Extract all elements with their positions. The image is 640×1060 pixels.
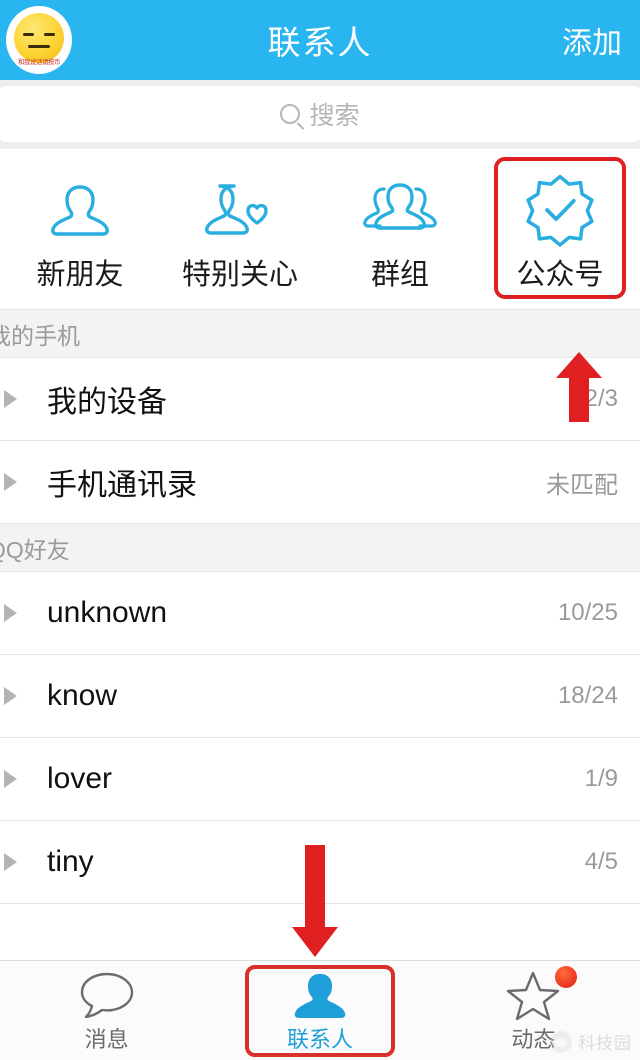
- tab-label: 联系人: [286, 1026, 353, 1052]
- search-section: 搜索: [0, 80, 640, 149]
- list-item-count: 1/9: [584, 765, 618, 792]
- chevron-right-icon: [4, 473, 17, 491]
- avatar[interactable]: 和我说话请按币: [6, 6, 72, 74]
- verified-badge-check-icon: [522, 171, 598, 249]
- section-header-my-phone: 我的手机: [0, 310, 640, 358]
- chevron-right-icon: [4, 770, 17, 788]
- list-item-label: 手机通讯录: [47, 469, 197, 502]
- quick-actions-row: 新朋友 特别关心 群组 公众号: [0, 149, 640, 310]
- avatar-emoji-face: [14, 13, 64, 63]
- tab-messages[interactable]: 消息: [0, 961, 213, 1060]
- quick-action-new-friend[interactable]: 新朋友: [0, 163, 160, 299]
- list-item-count: 4/5: [584, 848, 618, 875]
- chevron-right-icon: [4, 604, 17, 622]
- avatar-mouth: [28, 45, 50, 48]
- tab-feed[interactable]: 动态: [427, 961, 640, 1060]
- list-item-label: 我的设备: [47, 386, 167, 419]
- avatar-eye-right: [44, 33, 55, 36]
- list-item-count: 未匹配: [546, 471, 618, 499]
- search-placeholder: 搜索: [309, 102, 360, 130]
- quick-action-groups[interactable]: 群组: [320, 163, 480, 299]
- list-item[interactable]: lover 1/9: [0, 738, 640, 821]
- list-item-count: 18/24: [557, 682, 618, 709]
- avatar-eye-left: [23, 33, 34, 36]
- app-header: 和我说话请按币 联系人 添加: [0, 0, 640, 80]
- quick-action-official-account[interactable]: 公众号: [480, 157, 640, 299]
- tab-label: 消息: [84, 1026, 129, 1052]
- avatar-status-text: 和我说话请按币: [18, 59, 60, 66]
- app-screen: 和我说话请按币 联系人 添加 搜索 新朋友 特别关心 群组 公众号 的手机 我的…: [0, 0, 640, 1060]
- quick-action-label: 特别关心: [181, 259, 298, 291]
- annotation-arrow-down: [292, 845, 338, 957]
- list-item-label: unknown: [47, 596, 168, 629]
- feed-badge-dot: [555, 965, 578, 988]
- chevron-right-icon: [4, 853, 17, 871]
- quick-action-label: 群组: [370, 259, 429, 291]
- chat-bubble-icon: [79, 968, 135, 1024]
- quick-action-special-care[interactable]: 特别关心: [160, 163, 320, 299]
- list-item-count: 10/25: [557, 599, 618, 626]
- tab-contacts[interactable]: 联系人: [213, 961, 426, 1060]
- search-icon: [280, 104, 301, 124]
- section-title: 我的手机: [0, 322, 80, 349]
- add-button[interactable]: 添加: [562, 18, 622, 62]
- person-solid-icon: [294, 968, 346, 1024]
- list-item[interactable]: 手机通讯录 未匹配: [0, 441, 640, 524]
- annotation-arrow-up: [556, 352, 602, 422]
- bottom-tabbar: 消息 联系人 动态: [0, 960, 640, 1060]
- page-title: 联系人: [267, 24, 373, 61]
- tab-label: 动态: [511, 1026, 556, 1052]
- list-item[interactable]: unknown 10/25: [0, 572, 640, 655]
- group-people-outline-icon: [360, 171, 440, 249]
- list-item-label: lover: [47, 762, 113, 795]
- list-item-label: know: [47, 679, 118, 712]
- list-item[interactable]: 我的设备 2/3: [0, 358, 640, 441]
- person-outline-icon: [43, 171, 117, 249]
- section-title: QQ好友: [0, 536, 70, 563]
- star-outline-icon: [505, 965, 578, 1024]
- section-header-qq-friends: QQ好友: [0, 524, 640, 572]
- chevron-right-icon: [4, 390, 17, 408]
- search-input[interactable]: 搜索: [0, 86, 640, 142]
- quick-action-label: 新朋友: [36, 259, 124, 291]
- chevron-right-icon: [4, 687, 17, 705]
- quick-action-label: 公众号: [516, 259, 604, 291]
- list-item[interactable]: know 18/24: [0, 655, 640, 738]
- person-heart-outline-icon: [203, 171, 277, 249]
